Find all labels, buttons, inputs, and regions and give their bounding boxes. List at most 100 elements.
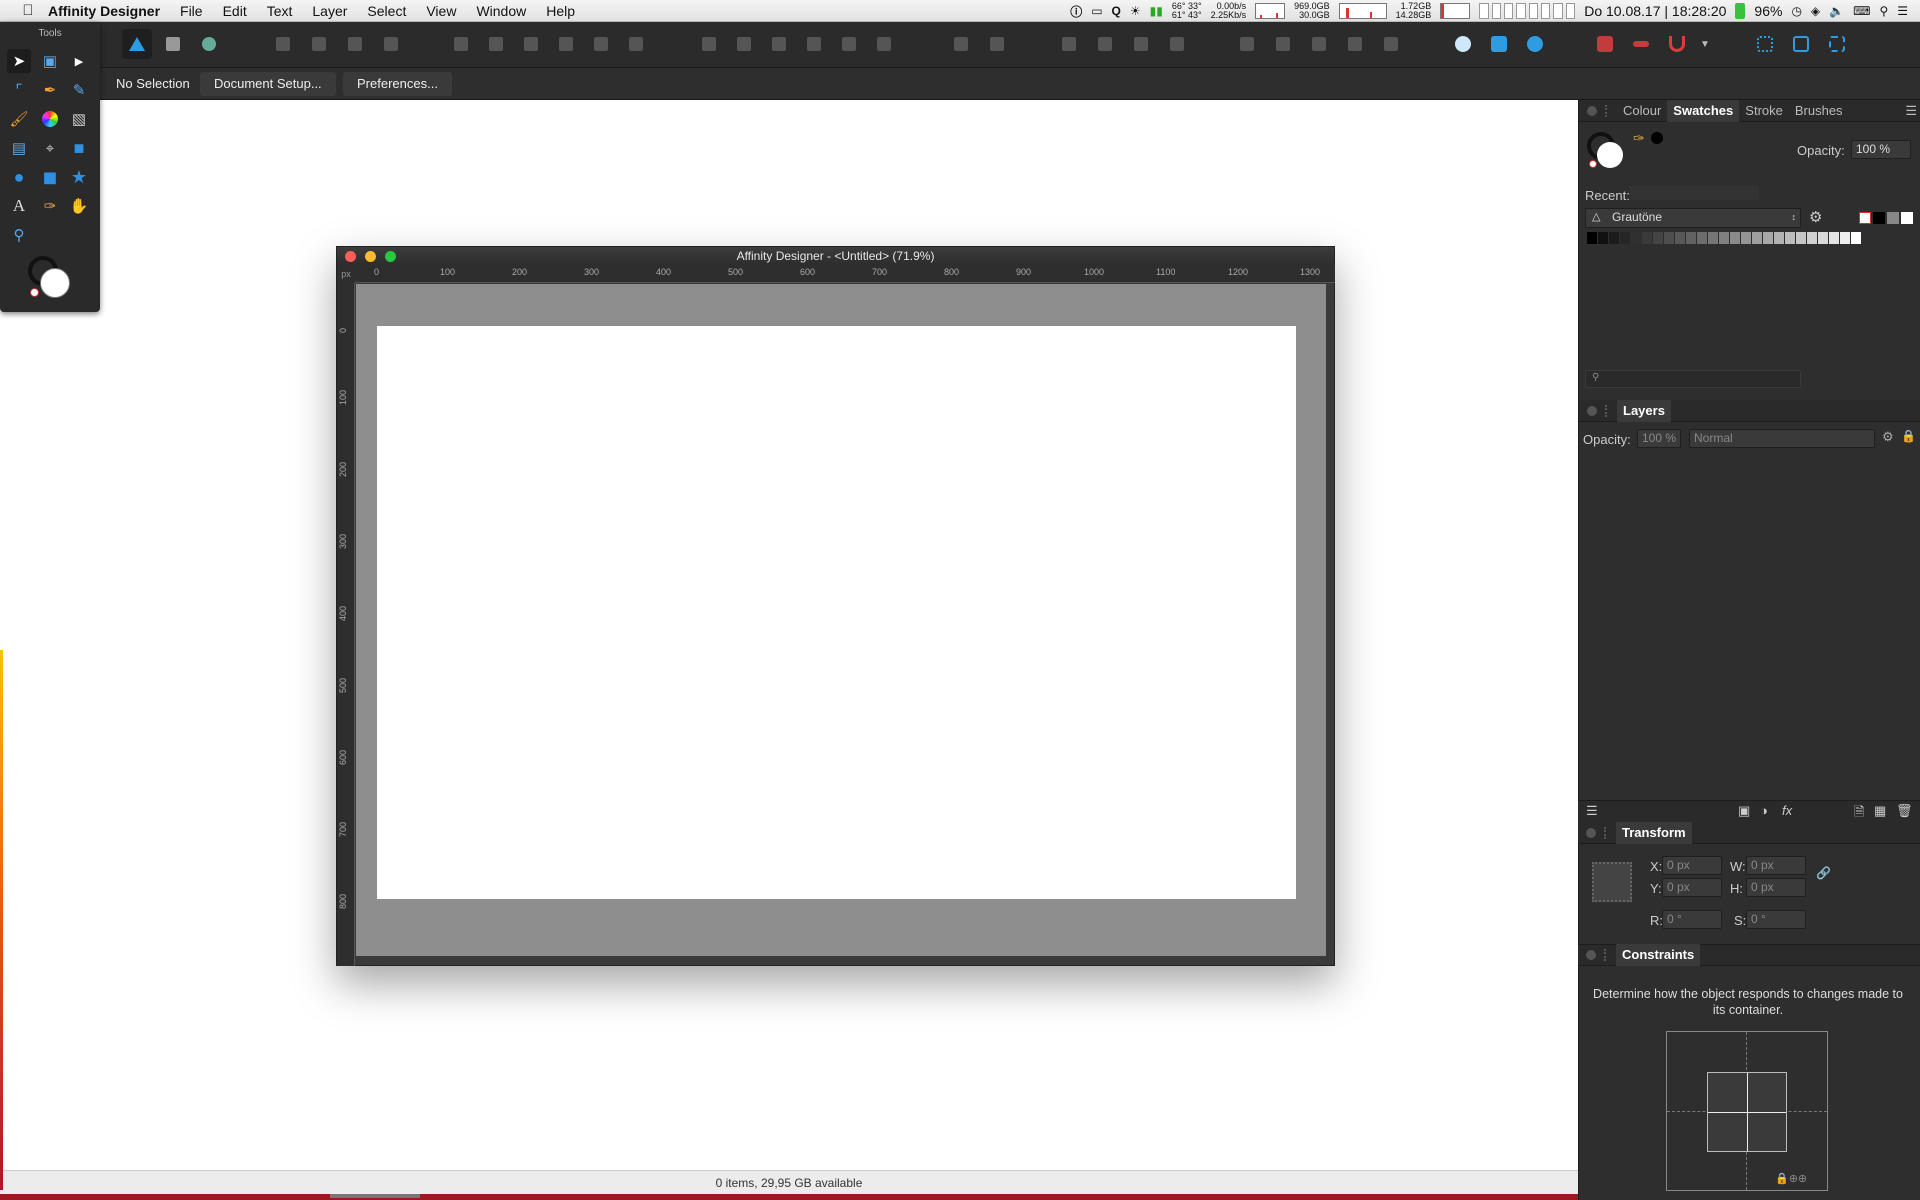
gray-swatch[interactable]	[1686, 232, 1696, 244]
gray-swatch[interactable]	[1697, 232, 1707, 244]
pencil-tool-icon[interactable]: ✎	[67, 78, 91, 102]
time-machine-icon[interactable]: ◷	[1791, 4, 1801, 18]
close-panel-icon[interactable]	[1587, 405, 1597, 416]
rotate-left-icon[interactable]	[1126, 29, 1156, 59]
menu-view[interactable]: View	[416, 3, 466, 19]
network-readout[interactable]: 0.00b/s 2.25Kb/s	[1211, 2, 1247, 20]
intersect-icon[interactable]	[1304, 29, 1334, 59]
node-tool-icon[interactable]: ▶	[67, 49, 91, 73]
volume-icon[interactable]: 🔈	[1829, 4, 1844, 18]
xor-icon[interactable]	[1340, 29, 1370, 59]
align-left-icon[interactable]	[446, 29, 476, 59]
tab-swatches[interactable]: Swatches	[1667, 99, 1740, 122]
tab-layers[interactable]: Layers	[1617, 399, 1671, 422]
hand-tool-icon[interactable]: ✋	[67, 194, 91, 218]
gray-swatch[interactable]	[1642, 232, 1652, 244]
rotation-field[interactable]: 0 °	[1662, 910, 1722, 929]
snapping-magnet-icon[interactable]	[1662, 29, 1692, 59]
move-to-front-icon[interactable]	[376, 29, 406, 59]
w-field[interactable]: 0 px	[1746, 856, 1806, 875]
subtract-icon[interactable]	[1268, 29, 1298, 59]
mask-icon[interactable]: ▣	[1738, 803, 1750, 819]
palette-dropdown[interactable]: △ Grautöne ↕	[1585, 208, 1801, 228]
gray-swatch[interactable]	[1774, 232, 1784, 244]
gray-swatch[interactable]	[1598, 232, 1608, 244]
white-swatch[interactable]	[1901, 212, 1913, 224]
flip-horizontal-icon[interactable]	[1054, 29, 1084, 59]
gray-swatch[interactable]	[1631, 232, 1641, 244]
distribute-6-icon[interactable]	[869, 29, 899, 59]
gray-swatch[interactable]	[1887, 212, 1899, 224]
vector-brush-tool-icon[interactable]: 🖌	[7, 107, 31, 131]
gray-swatch[interactable]	[1708, 232, 1718, 244]
swatch-fill-stroke[interactable]	[1587, 130, 1631, 170]
star-tool-icon[interactable]: ★	[67, 165, 91, 189]
fill-tool-icon[interactable]	[38, 107, 62, 131]
artboard[interactable]	[377, 326, 1296, 899]
space-horizontal-icon[interactable]	[946, 29, 976, 59]
gray-swatch[interactable]	[1807, 232, 1817, 244]
space-vertical-icon[interactable]	[982, 29, 1012, 59]
ellipse-tool-icon[interactable]: ●	[7, 165, 31, 189]
guides-icon[interactable]	[1626, 29, 1656, 59]
gray-swatch[interactable]	[1587, 232, 1597, 244]
x-field[interactable]: 0 px	[1662, 856, 1722, 875]
notification-center-icon[interactable]: ☰	[1897, 4, 1908, 18]
menu-select[interactable]: Select	[357, 3, 416, 19]
battery-percent[interactable]: 96%	[1754, 3, 1782, 19]
wifi-icon[interactable]: ◈	[1811, 4, 1820, 18]
zoom-tool-icon[interactable]: ⚲	[7, 223, 31, 247]
constraint-object-box[interactable]	[1707, 1072, 1787, 1152]
align-top-icon[interactable]	[551, 29, 581, 59]
distribute-5-icon[interactable]	[834, 29, 864, 59]
vertical-ruler[interactable]: 0 100 200 300 400 500 600 700 800	[337, 283, 355, 966]
grip-icon[interactable]	[1605, 404, 1611, 417]
menu-window[interactable]: Window	[466, 3, 536, 19]
keyboard-icon[interactable]: ⌨	[1853, 4, 1870, 18]
crop-tool-icon[interactable]: ⌖	[38, 136, 62, 160]
tab-stroke[interactable]: Stroke	[1739, 100, 1789, 122]
pixel-persona-icon[interactable]	[158, 29, 188, 59]
align-middle-icon[interactable]	[586, 29, 616, 59]
artboard-tool-icon[interactable]: ▣	[38, 49, 62, 73]
export-persona-icon[interactable]	[194, 29, 224, 59]
divide-icon[interactable]	[1376, 29, 1406, 59]
spotlight-icon[interactable]: ⚲	[1879, 4, 1888, 18]
memory-readout[interactable]: 1.72GB 14.28GB	[1396, 2, 1432, 20]
brightness-icon[interactable]: ☀	[1130, 4, 1141, 18]
group-layer-icon[interactable]: ▦	[1874, 803, 1886, 819]
tab-brushes[interactable]: Brushes	[1789, 100, 1849, 122]
document-setup-button[interactable]: Document Setup...	[200, 72, 336, 96]
close-panel-icon[interactable]	[1587, 105, 1597, 116]
view-mode-1-icon[interactable]	[1750, 29, 1780, 59]
view-mode-3-icon[interactable]	[1822, 29, 1852, 59]
info-icon[interactable]: ⓘ	[1070, 3, 1082, 20]
close-panel-icon[interactable]	[1586, 950, 1596, 960]
fx-icon[interactable]: fx	[1782, 803, 1792, 818]
cpu-icon[interactable]: ▮▮	[1150, 4, 1163, 18]
grip-icon[interactable]	[1604, 949, 1610, 961]
add-icon[interactable]	[1232, 29, 1262, 59]
panel-menu-icon[interactable]: ☰	[1905, 103, 1917, 119]
rounded-rectangle-tool-icon[interactable]: ◼	[38, 165, 62, 189]
quicksilver-icon[interactable]: Q	[1112, 4, 1121, 18]
y-field[interactable]: 0 px	[1662, 878, 1722, 897]
align-center-icon[interactable]	[481, 29, 511, 59]
tab-colour[interactable]: Colour	[1617, 100, 1667, 122]
layer-opacity-field[interactable]: 100 %	[1637, 429, 1681, 448]
apple-icon[interactable]: 	[18, 2, 38, 19]
display-icon[interactable]: ▭	[1091, 4, 1102, 18]
gray-swatch[interactable]	[1763, 232, 1773, 244]
minimize-window-icon[interactable]	[365, 251, 376, 262]
eyedropper-icon[interactable]: ✑	[1633, 130, 1645, 147]
snapping-dropdown-icon[interactable]: ▼	[1698, 29, 1712, 59]
place-image-tool-icon[interactable]: ▤	[7, 136, 31, 160]
gray-swatch[interactable]	[1653, 232, 1663, 244]
insert-inside-icon[interactable]	[1520, 29, 1550, 59]
menu-edit[interactable]: Edit	[213, 3, 257, 19]
gray-swatch[interactable]	[1719, 232, 1729, 244]
gray-swatch[interactable]	[1675, 232, 1685, 244]
recent-swatches[interactable]	[1629, 186, 1759, 200]
h-field[interactable]: 0 px	[1746, 878, 1806, 897]
flip-vertical-icon[interactable]	[1090, 29, 1120, 59]
